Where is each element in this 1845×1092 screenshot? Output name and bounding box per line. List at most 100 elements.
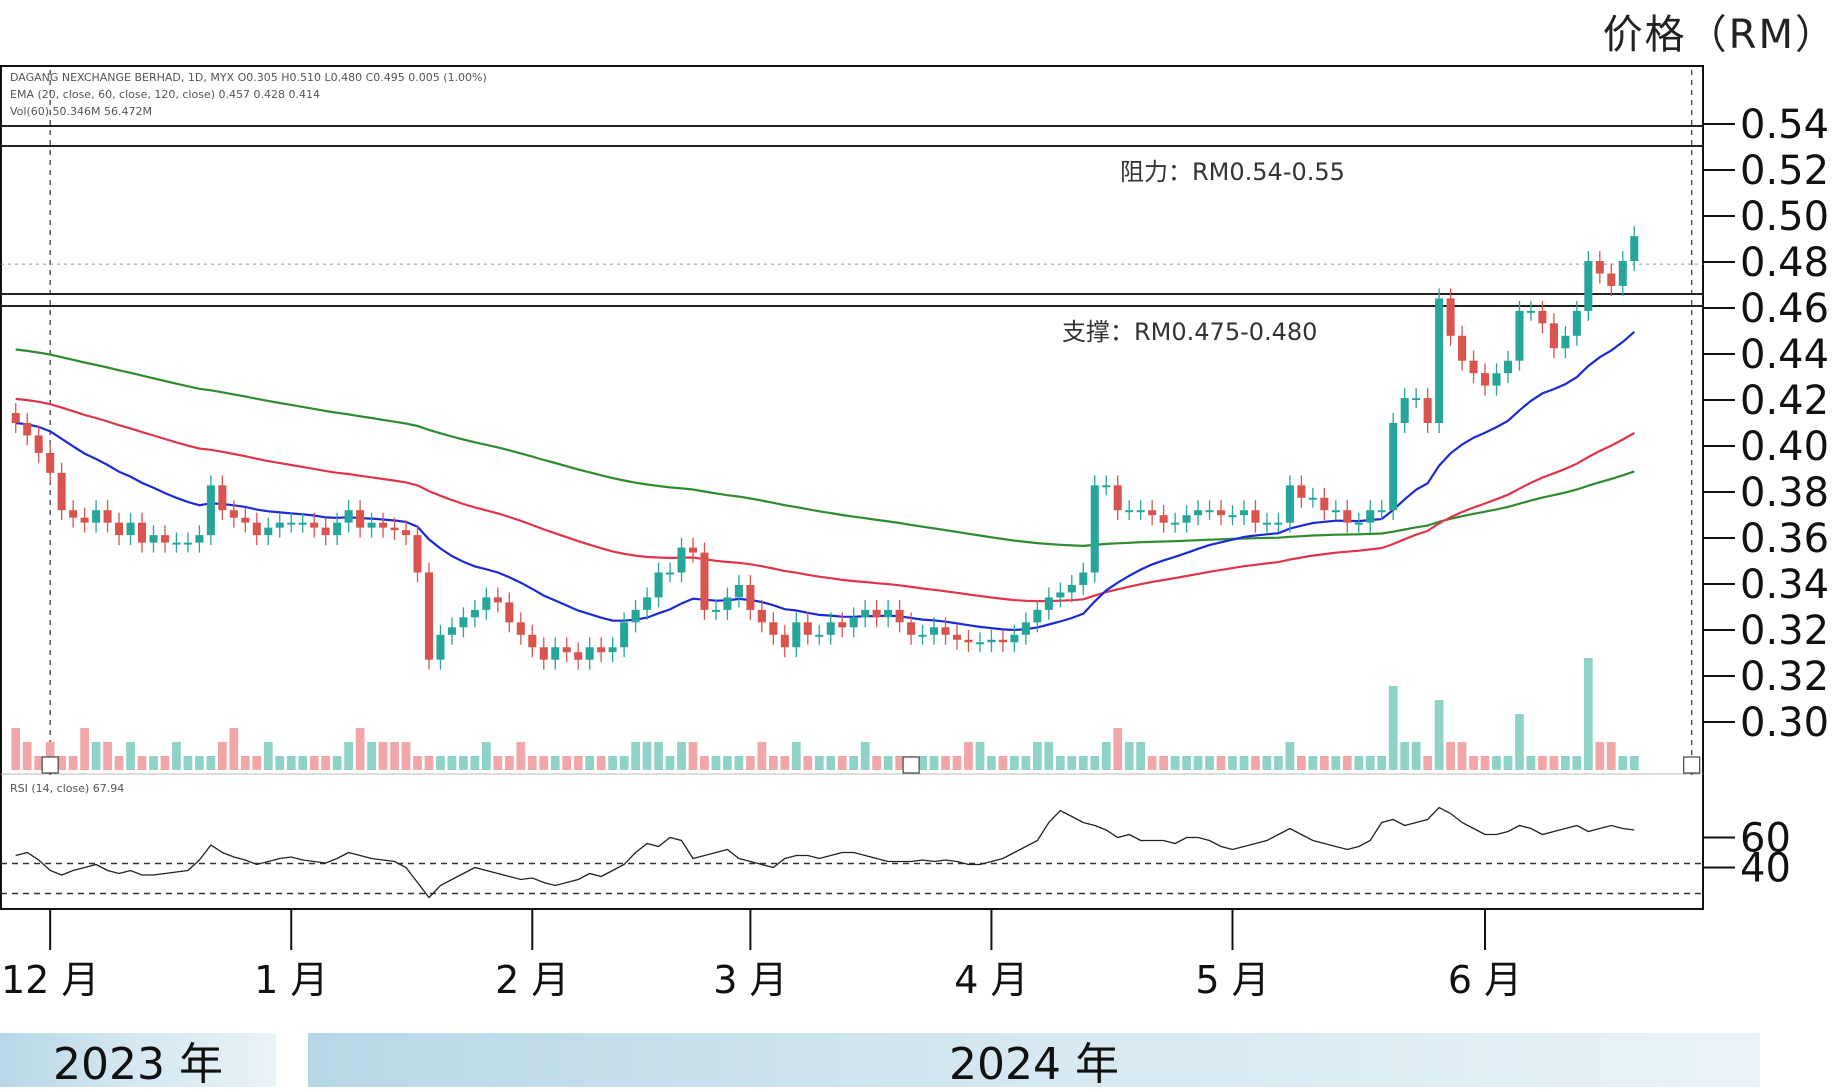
volume-bar <box>608 756 618 770</box>
volume-bar <box>596 756 606 770</box>
candle-body <box>126 522 135 536</box>
candle-body <box>1079 572 1088 585</box>
volume-bar <box>768 756 778 770</box>
volume-bar <box>160 756 170 770</box>
year-label-2023: 2023 年 <box>0 1033 276 1090</box>
volume-bar <box>1342 756 1352 770</box>
volume-bar <box>103 742 112 770</box>
candle-body <box>218 485 227 511</box>
candle-body <box>987 639 996 643</box>
event-marker-box <box>1683 756 1701 774</box>
candle-body <box>918 634 927 637</box>
volume-bar <box>1618 756 1628 770</box>
volume-bar <box>1515 714 1524 770</box>
volume-bar <box>459 756 468 770</box>
volume-bar <box>493 756 503 770</box>
price-tick-label: 0.40 <box>1740 424 1829 470</box>
price-tick-label: 0.32 <box>1740 654 1829 700</box>
volume-bar <box>1170 756 1180 770</box>
volume-bar <box>22 742 32 770</box>
candle-body <box>964 639 973 643</box>
price-tick-label: 0.30 <box>1740 700 1829 746</box>
candle-body <box>688 547 698 553</box>
candle-body <box>1630 236 1639 262</box>
candle-body <box>1492 373 1501 386</box>
candle-body <box>1618 261 1627 286</box>
candle-body <box>57 472 66 511</box>
candle-body <box>1331 510 1340 513</box>
candle-body <box>287 522 296 525</box>
candle-body <box>80 517 89 523</box>
candle-body <box>1515 310 1524 361</box>
candle-body <box>367 522 376 528</box>
volume-bar <box>929 756 939 770</box>
volume-bar <box>1239 756 1249 770</box>
candle-body <box>1297 485 1306 498</box>
x-tick-label: 5 月 <box>1195 958 1269 1002</box>
candle-body <box>1090 485 1099 573</box>
candle-body <box>379 522 388 528</box>
volume-bar <box>413 756 422 770</box>
volume-bar <box>1365 756 1375 770</box>
candle-body <box>447 627 456 635</box>
candle-body <box>792 622 801 648</box>
price-tick-label: 0.48 <box>1740 240 1829 286</box>
resistance-label: 阻力：RM0.54-0.55 <box>1120 158 1345 186</box>
candle-body <box>1067 584 1076 593</box>
candle-body <box>310 522 319 528</box>
volume-bar <box>791 742 801 770</box>
candle-body <box>46 452 55 473</box>
candle-body <box>1503 360 1513 374</box>
candle-body <box>907 622 916 635</box>
volume-bar <box>711 756 721 770</box>
candle-body <box>1458 335 1467 361</box>
candle-body <box>746 584 755 610</box>
candle-body <box>1400 398 1409 423</box>
candle-body <box>321 527 330 536</box>
candle-body <box>160 535 169 543</box>
price-tick-label: 0.36 <box>1740 516 1829 562</box>
volume-bar <box>849 756 859 770</box>
candle-body <box>872 609 881 618</box>
candlesticks <box>11 226 1639 670</box>
candle-body <box>1274 522 1283 525</box>
x-tick-label: 4 月 <box>954 958 1028 1002</box>
volume-bar <box>619 756 629 770</box>
volume-bar <box>1629 756 1639 770</box>
volume-bar <box>252 756 262 770</box>
rsi-tick-label: 40 <box>1740 846 1791 892</box>
candle-body <box>895 609 904 623</box>
volume-bar <box>436 756 445 770</box>
candle-body <box>436 634 445 660</box>
volume-bar <box>172 742 181 770</box>
volume-bar <box>11 728 21 770</box>
candle-body <box>1239 510 1248 516</box>
volume-bar <box>401 742 411 770</box>
candle-body <box>1366 510 1375 523</box>
volume-bar <box>527 756 537 770</box>
candle-body <box>1113 485 1122 511</box>
volume-bar <box>1010 756 1019 770</box>
price-tick-label: 0.54 <box>1740 102 1829 148</box>
volume-bar <box>585 756 595 770</box>
volume-bar <box>1113 728 1123 770</box>
chart-header-line1: DAGANG NEXCHANGE BERHAD, 1D, MYX O0.305 … <box>10 71 487 84</box>
volume-bar <box>872 756 882 770</box>
volume-bar <box>1354 756 1364 770</box>
candle-body <box>574 652 583 660</box>
volume-bar <box>746 756 755 770</box>
volume-bar <box>286 756 296 770</box>
candle-body <box>666 572 675 575</box>
candle-body <box>1561 335 1570 349</box>
candle-body <box>1136 510 1145 513</box>
volume-bar <box>1147 756 1157 770</box>
volume-bar <box>1423 756 1433 770</box>
candle-body <box>757 609 766 623</box>
volume-bar <box>734 756 744 770</box>
volume-bar <box>1159 756 1168 770</box>
volume-bar <box>1377 756 1387 770</box>
candle-body <box>298 522 307 525</box>
candle-body <box>677 547 686 573</box>
candle-body <box>1423 398 1432 423</box>
volume-bar <box>149 756 158 770</box>
